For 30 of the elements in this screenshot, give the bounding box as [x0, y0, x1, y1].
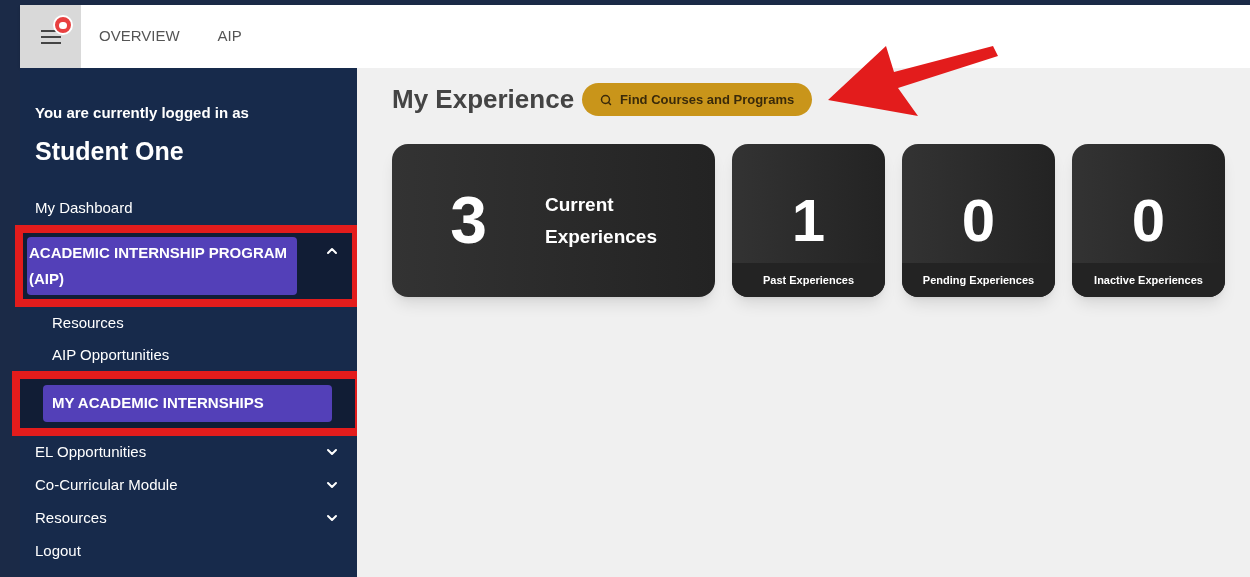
stat-label: Current Experiences — [545, 192, 658, 249]
nav-tab[interactable]: OVERVIEW — [99, 25, 180, 48]
menu-button[interactable] — [20, 5, 81, 68]
stat-value: 0 — [961, 191, 996, 251]
stat-card[interactable]: 3 Current Experiences — [392, 144, 715, 297]
stat-label: Past Experiences — [762, 272, 855, 288]
sidebar-item[interactable]: Logout — [35, 539, 81, 563]
stat-label: Inactive Experiences — [1094, 272, 1203, 288]
sidebar-subitem[interactable]: MY ACADEMIC INTERNSHIPS — [43, 385, 332, 422]
search-icon — [600, 93, 613, 106]
stat-value: 0 — [1131, 191, 1166, 251]
sidebar-item[interactable]: My Dashboard — [35, 197, 133, 220]
sidebar-subitem[interactable]: Resources — [52, 311, 124, 335]
sidebar-item[interactable]: EL Opportunities — [35, 440, 147, 464]
sidebar-item[interactable]: ACADEMIC INTERNSHIP PROGRAM (AIP) — [27, 237, 297, 295]
stat-label: Pending Experiences — [922, 272, 1035, 288]
nav-tab[interactable]: AIP — [217, 25, 242, 48]
user-name: Student One — [35, 135, 185, 167]
sidebar-item[interactable]: Resources — [35, 506, 107, 530]
stat-card[interactable]: 1 Past Experiences — [732, 144, 885, 297]
sidebar-subitem[interactable]: AIP Opportunities — [52, 343, 170, 367]
stat-value: 1 — [791, 191, 826, 251]
stat-card[interactable]: 0 Pending Experiences — [902, 144, 1055, 297]
stat-card[interactable]: 0 Inactive Experiences — [1072, 144, 1225, 297]
sidebar-item[interactable]: Co-Curricular Module — [35, 473, 178, 497]
page-heading: My Experience — [392, 83, 575, 116]
logged-in-label: You are currently logged in as — [35, 103, 250, 123]
menu-icon — [40, 29, 61, 44]
find-courses-button[interactable]: Find Courses and Programs — [582, 83, 813, 116]
stat-value: 3 — [449, 182, 488, 259]
